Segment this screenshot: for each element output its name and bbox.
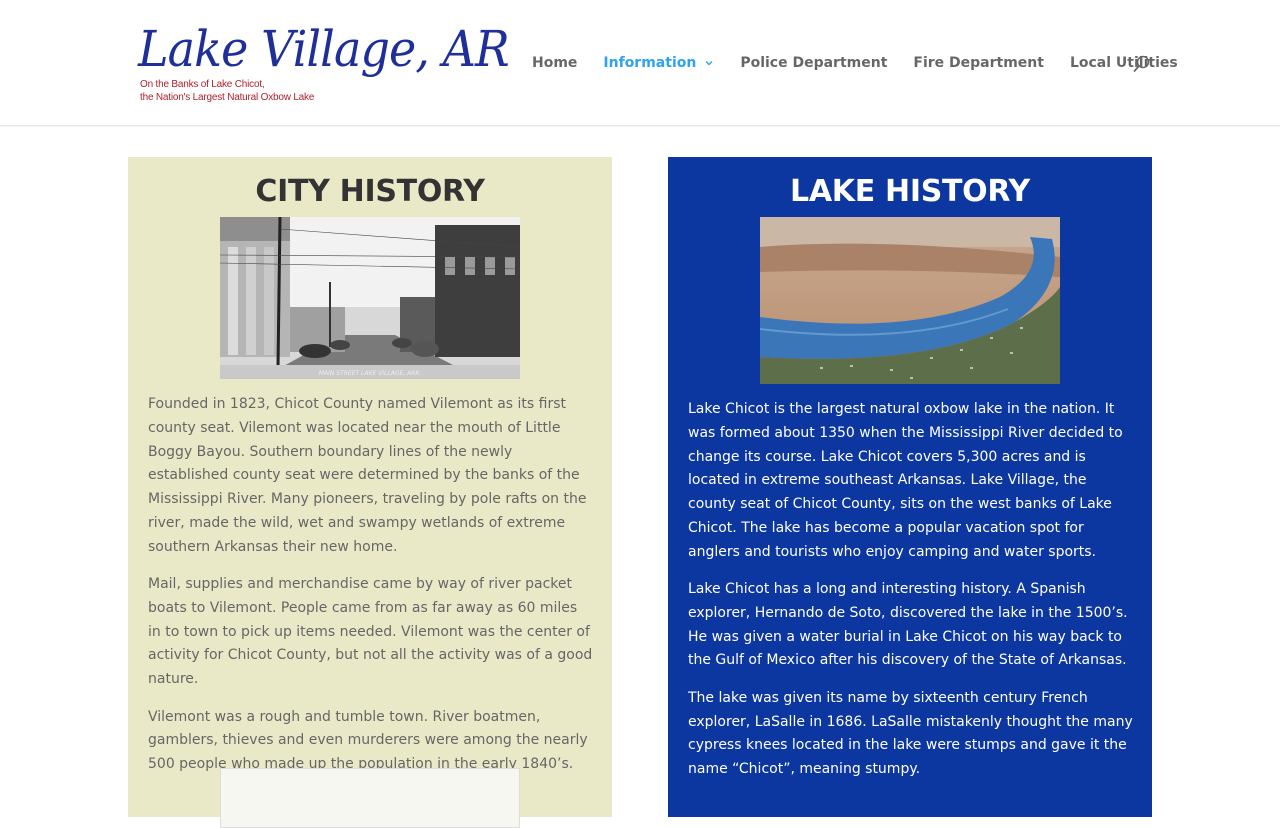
city-paragraph: Founded in 1823, Chicot County named Vil… xyxy=(148,396,587,555)
site-logo[interactable]: Lake Village, AR On the Banks of Lake Ch… xyxy=(138,18,510,108)
photo-caption: MAIN STREET LAKE VILLAGE, ARK. xyxy=(319,370,421,377)
nav-item-fire-department[interactable]: Fire Department xyxy=(913,55,1044,71)
lake-history-panel: LAKE HISTORY Lake Chicot is the largest … xyxy=(668,157,1152,817)
nav-item-local-utilities[interactable]: Local Utilities xyxy=(1070,55,1178,71)
search-icon[interactable] xyxy=(1132,54,1152,74)
lake-paragraph: The lake was given its name by sixteenth… xyxy=(688,689,1133,778)
city-history-title: CITY HISTORY xyxy=(255,174,485,209)
city-history-text: Founded in 1823, Chicot County named Vil… xyxy=(148,393,594,790)
nav-item-police-department[interactable]: Police Department xyxy=(740,55,887,71)
city-paragraph: Vilemont was a rough and tumble town. Ri… xyxy=(148,708,588,773)
site-header: Lake Village, AR On the Banks of Lake Ch… xyxy=(0,0,1280,126)
main-street-photo: MAIN STREET LAKE VILLAGE, ARK. xyxy=(220,217,520,379)
lake-history-title: LAKE HISTORY xyxy=(790,174,1030,209)
logo-tagline-2: the Nation's Largest Natural Oxbow Lake xyxy=(140,92,315,103)
city-history-panel: CITY HISTORY MAIN STREET LAKE VILLAGE, A… xyxy=(128,157,612,828)
city-paragraph: Mail, supplies and merchandise came by w… xyxy=(148,576,593,688)
nav-item-information[interactable]: Information xyxy=(603,55,714,71)
second-city-photo xyxy=(220,768,520,828)
nav-item-home[interactable]: Home xyxy=(532,55,577,71)
nav-item-information-label: Information xyxy=(603,55,697,71)
logo-title: Lake Village, AR xyxy=(138,20,510,78)
logo-tagline-1: On the Banks of Lake Chicot, xyxy=(140,79,265,90)
lake-history-text: Lake Chicot is the largest natural oxbow… xyxy=(688,398,1134,795)
main-nav: Home Information Police Department Fire … xyxy=(532,52,1204,74)
chevron-down-icon xyxy=(705,61,713,66)
lake-paragraph: Lake Chicot is the largest natural oxbow… xyxy=(688,401,1123,560)
lake-paragraph: Lake Chicot has a long and interesting h… xyxy=(688,581,1128,669)
lake-chicot-aerial-photo xyxy=(760,217,1060,384)
